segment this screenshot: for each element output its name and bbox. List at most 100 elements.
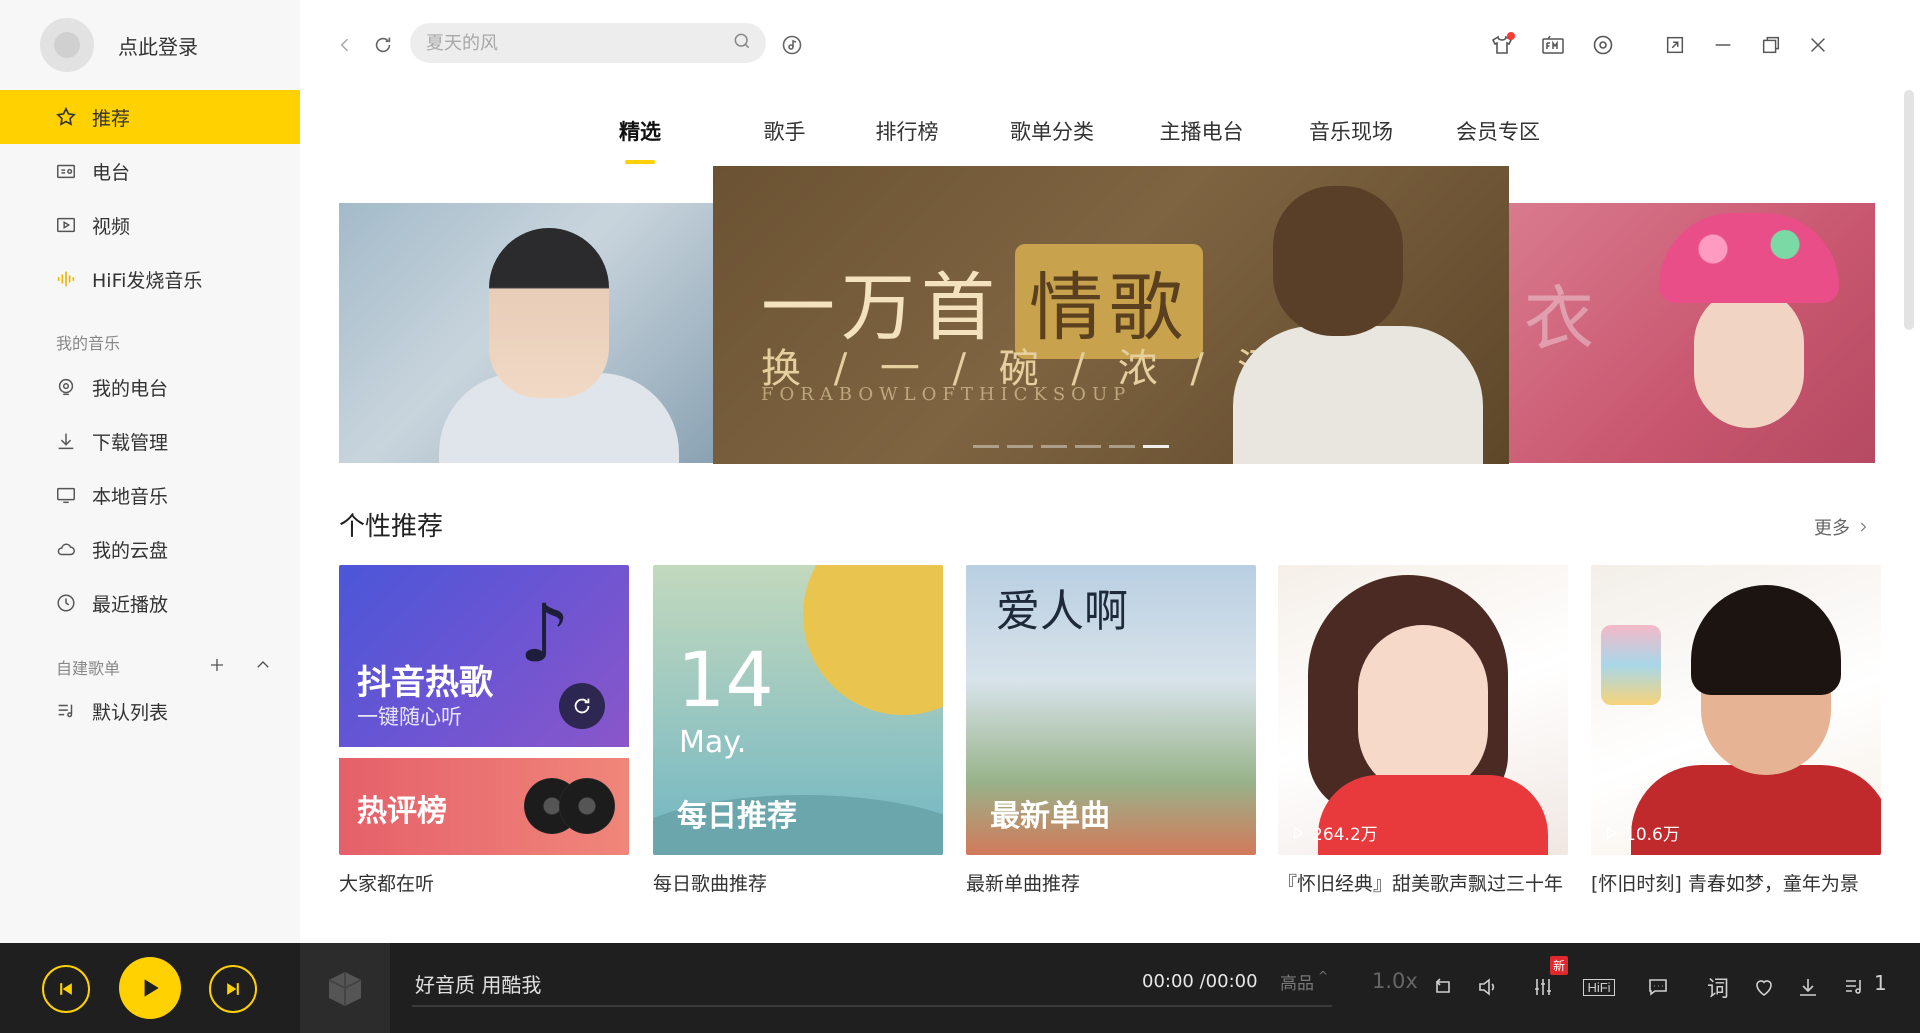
cover-calligraphy: 爱人啊 [996,586,1128,637]
skin-icon[interactable] [1487,30,1517,60]
sidebar-item-label: 最近播放 [92,593,169,616]
fm-icon[interactable] [1538,30,1568,60]
sidebar-item-cloud[interactable]: 我的云盘 [0,522,300,576]
carousel-dot[interactable] [1075,445,1101,448]
carousel-dot[interactable] [973,445,999,448]
hot-comments-cover[interactable]: 热评榜 [339,758,629,855]
rec-card-cover[interactable]: ♪ 抖音热歌 一键随心听 热评榜 [339,565,629,855]
sidebar-item-local-music[interactable]: 本地音乐 [0,468,300,522]
comments-icon[interactable] [1642,971,1674,1003]
clock-icon [54,591,78,615]
rec-card-nostalgia[interactable]: 10.6万 [怀旧时刻] 青春如梦，童年为景 [1591,565,1881,899]
banner-slide-left[interactable] [339,203,714,463]
banner-right-calligraphy: 衣 [1524,278,1594,360]
hifi-button[interactable]: HiFi [1578,971,1620,1003]
rec-card-caption[interactable]: 『怀旧经典』甜美歌声飘过三十年 [1278,869,1568,899]
now-playing-cover[interactable] [300,943,390,1033]
sidebar-item-my-radio[interactable]: 我的电台 [0,360,300,414]
settings-icon[interactable] [1588,30,1618,60]
rec-card-cover[interactable]: 爱人啊 最新单曲 [966,565,1256,855]
carousel-dot[interactable] [1041,445,1067,448]
tab-singers[interactable]: 歌手 [722,116,847,146]
rec-card-caption[interactable]: 每日歌曲推荐 [653,869,943,899]
play-count-value: 10.6万 [1625,825,1680,845]
scrollbar[interactable] [1904,90,1914,330]
new-badge: 新 [1550,956,1569,975]
playback-time: 00:00 /00:00 [1142,971,1258,992]
lyrics-button[interactable]: 词 [1702,971,1734,1003]
play-icon [1607,825,1617,840]
sidebar-item-default-playlist[interactable]: 默认列表 [0,684,300,738]
search-input[interactable] [426,32,726,54]
user-login[interactable]: 点此登录 [40,18,198,72]
sidebar-item-radio[interactable]: 电台 [0,144,300,198]
play-button[interactable] [119,957,181,1019]
tab-charts[interactable]: 排行榜 [857,116,957,146]
rec-card-caption[interactable]: [怀旧时刻] 青春如梦，童年为景 [1591,869,1881,899]
sidebar-item-downloads[interactable]: 下载管理 [0,414,300,468]
tab-featured[interactable]: 精选 [600,116,680,146]
tab-live-music[interactable]: 音乐现场 [1276,116,1426,146]
carousel-dot[interactable] [1007,445,1033,448]
sidebar-item-recommend[interactable]: 推荐 [0,90,300,144]
repeat-mode-icon[interactable] [1427,971,1459,1003]
rec-card-caption[interactable]: 最新单曲推荐 [966,869,1256,899]
rec-card-caption[interactable]: 大家都在听 [339,869,629,899]
avatar[interactable] [40,18,94,72]
top-bar [300,0,1920,90]
rec-card-douyin[interactable]: ♪ 抖音热歌 一键随心听 热评榜 大家都在听 [339,565,629,899]
rec-card-cover[interactable]: 14 May. 每日推荐 [653,565,943,855]
back-icon[interactable] [330,30,360,60]
add-playlist-icon[interactable] [206,654,228,676]
rec-card-cover[interactable]: 264.2万 [1278,565,1568,855]
previous-button[interactable] [42,965,90,1013]
favorite-icon[interactable] [1748,971,1780,1003]
progress-bar[interactable] [412,1005,1332,1007]
restore-icon[interactable] [1756,30,1786,60]
banner-slide-center[interactable]: 一万首 情歌 换 / 一 / 碗 / 浓 / 汤 FORABOWLOFTHICK… [713,166,1509,464]
download-icon [54,429,78,453]
rec-card-classic[interactable]: 264.2万 『怀旧经典』甜美歌声飘过三十年 [1278,565,1568,899]
rec-card-cover[interactable]: 10.6万 [1591,565,1881,855]
refresh-icon[interactable] [559,683,605,729]
tab-vip-zone[interactable]: 会员专区 [1438,116,1558,146]
now-playing-title: 好音质 用酷我 [415,973,542,997]
play-count: 264.2万 [1290,820,1378,845]
rec-card-daily[interactable]: 14 May. 每日推荐 每日歌曲推荐 [653,565,943,899]
kuwo-logo-icon [328,972,362,1006]
rec-card-new-singles[interactable]: 爱人啊 最新单曲 最新单曲推荐 [966,565,1256,899]
equalizer-icon[interactable] [1527,971,1559,1003]
next-button[interactable] [209,965,257,1013]
cover-title: 热评榜 [357,794,447,829]
search-icon[interactable] [732,31,752,55]
carousel-dot[interactable] [1109,445,1135,448]
search-box[interactable] [410,23,766,63]
playlist-icon[interactable] [1838,971,1870,1003]
tab-anchor-radio[interactable]: 主播电台 [1139,116,1264,146]
sidebar-item-recent[interactable]: 最近播放 [0,576,300,630]
chevron-up-icon[interactable] [252,654,274,676]
star-icon [54,105,78,129]
sidebar-item-label: 推荐 [92,107,131,130]
more-link[interactable]: 更多 [1814,514,1870,540]
monitor-icon [54,483,78,507]
minimize-icon[interactable] [1708,30,1738,60]
douyin-hot-cover[interactable]: ♪ 抖音热歌 一键随心听 [339,565,629,747]
download-icon[interactable] [1792,971,1824,1003]
banner-carousel[interactable]: 衣 一万首 情歌 换 / 一 / 碗 / 浓 / 汤 FORABOWLOFTHI… [339,166,1875,464]
sidebar-item-video[interactable]: 视频 [0,198,300,252]
mini-mode-icon[interactable] [1660,30,1690,60]
music-recognize-icon[interactable] [777,30,807,60]
speed-button[interactable]: 1.0x [1372,969,1418,993]
quality-selector[interactable]: 高品 ^ [1280,969,1328,994]
refresh-icon[interactable] [368,30,398,60]
cloud-icon [54,537,78,561]
login-link[interactable]: 点此登录 [118,31,198,60]
sidebar-item-label: 本地音乐 [92,485,169,508]
carousel-dot[interactable] [1143,445,1169,448]
volume-icon[interactable] [1472,971,1504,1003]
sidebar-item-hifi[interactable]: HiFi发烧音乐 [0,252,300,306]
tab-playlist-categories[interactable]: 歌单分类 [977,116,1127,146]
banner-slide-right[interactable]: 衣 [1509,203,1875,463]
close-icon[interactable] [1803,30,1833,60]
